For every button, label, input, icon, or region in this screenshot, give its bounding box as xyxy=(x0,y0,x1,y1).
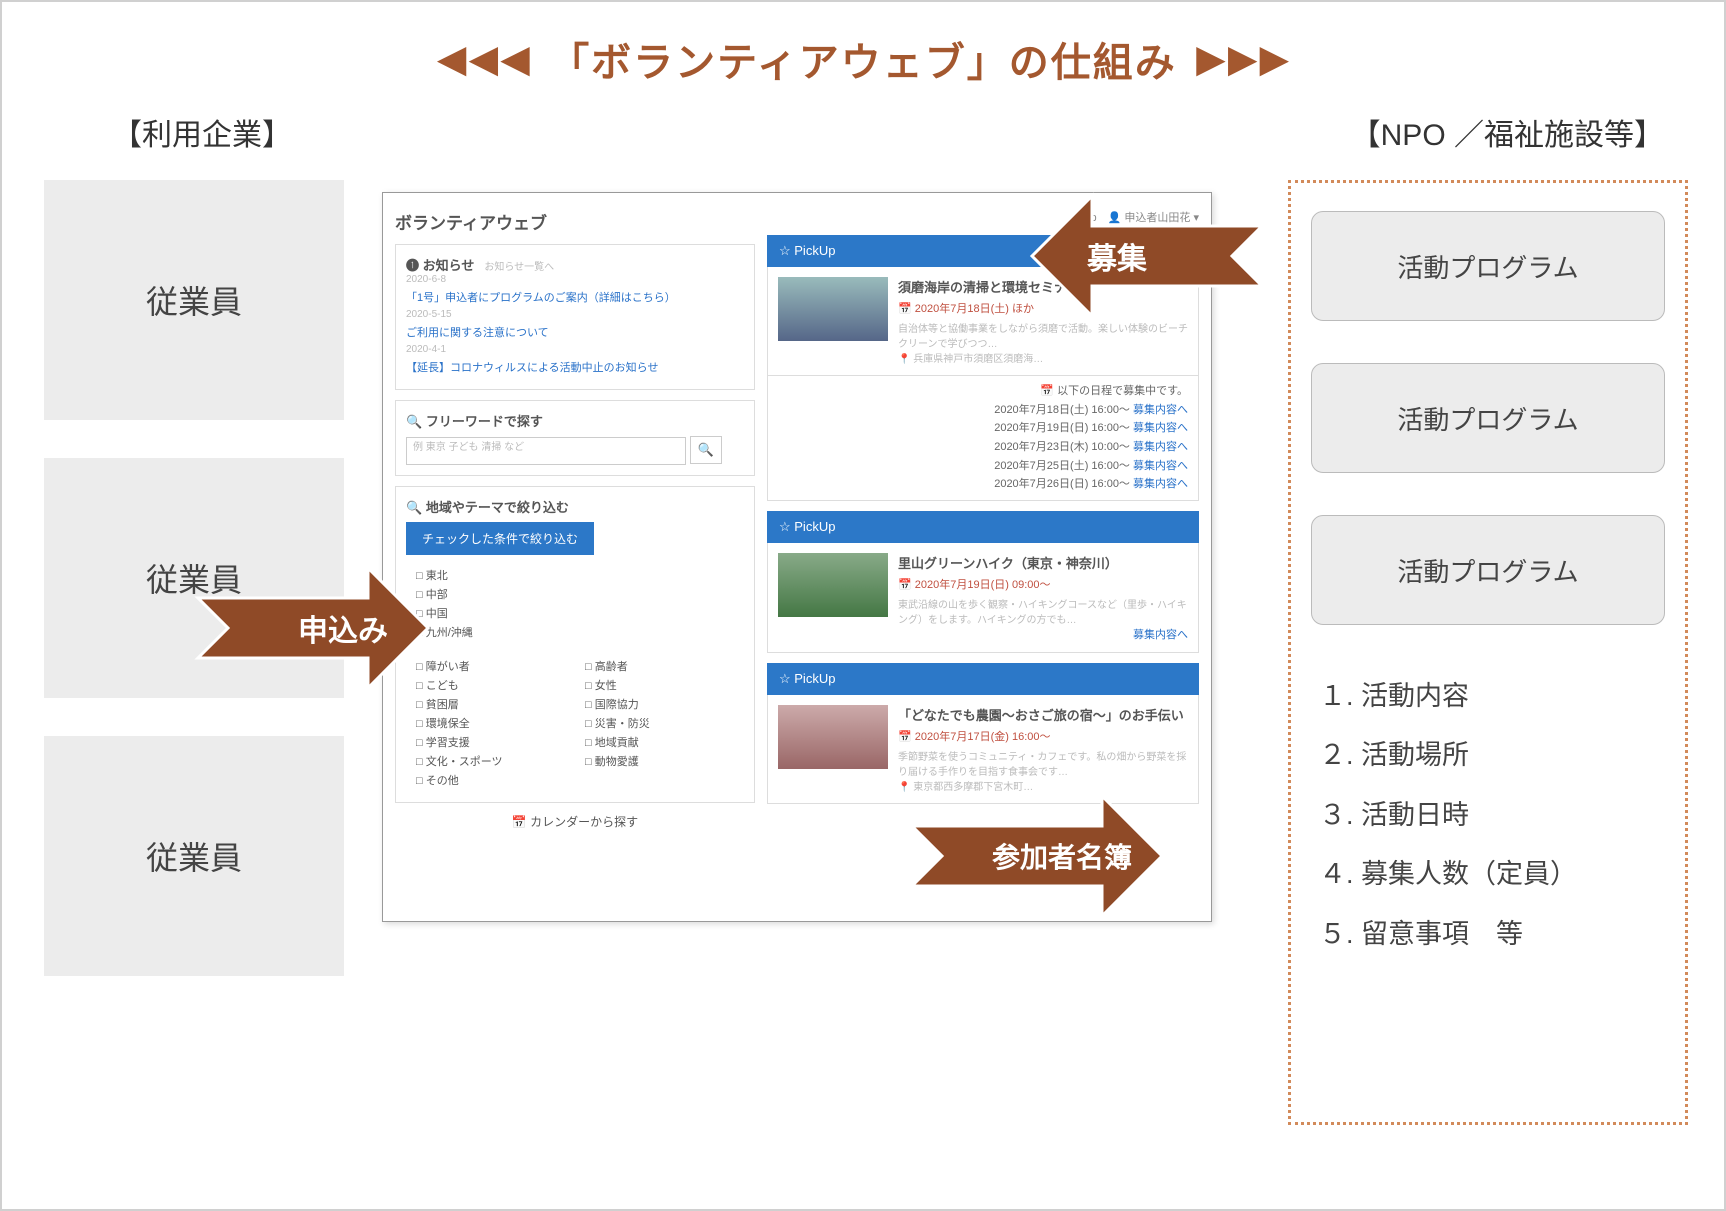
refine-button[interactable]: チェックした条件で絞り込む xyxy=(406,522,594,555)
npo-list-item: ５. 留意事項 等 xyxy=(1319,905,1665,964)
arrow-label: 申込み xyxy=(298,606,388,650)
roster-arrow: 参加者名簿 xyxy=(892,786,1232,926)
card-thumbnail xyxy=(778,705,888,769)
npo-detail-list: １. 活動内容 ２. 活動場所 ３. 活動日時 ４. 募集人数（定員） ５. 留… xyxy=(1311,667,1665,964)
detail-link[interactable]: 募集内容へ xyxy=(1133,441,1188,453)
app-brand: ボランティアウェブ xyxy=(395,209,547,234)
news-item[interactable]: ご利用に関する注意について xyxy=(406,324,744,340)
npo-list-item: ４. 募集人数（定員） xyxy=(1319,845,1665,904)
freeword-panel: 🔍 フリーワードで探す 例 東京 子ども 清掃 など 🔍 xyxy=(395,400,755,476)
right-column-header: 【NPO ／福祉施設等】 xyxy=(1351,110,1664,154)
theme-check[interactable]: □ 高齢者 xyxy=(585,658,734,674)
theme-check[interactable]: □ 文化・スポーツ xyxy=(416,753,565,769)
employee-box-3: 従業員 xyxy=(44,736,344,976)
search-input[interactable]: 例 東京 子ども 清掃 など xyxy=(406,437,686,465)
schedule-list: 📅 以下の日程で募集中です。 2020年7月18日(土) 16:00～ 募集内容… xyxy=(767,376,1199,501)
arrow-label: 募集 xyxy=(1087,234,1147,278)
theme-check[interactable]: □ 国際協力 xyxy=(585,696,734,712)
news-more-link[interactable]: お知らせ一覧へ xyxy=(484,258,554,273)
theme-check[interactable]: □ その他 xyxy=(416,772,565,788)
left-arrows-icon: ◀◀◀ xyxy=(438,38,529,80)
apply-arrow: 申込み xyxy=(188,558,498,698)
pickup-header: ☆ PickUp xyxy=(767,663,1199,695)
theme-check[interactable]: □ 災害・防災 xyxy=(585,715,734,731)
pickup-header: ☆ PickUp xyxy=(767,511,1199,543)
npo-box: 活動プログラム 活動プログラム 活動プログラム １. 活動内容 ２. 活動場所 … xyxy=(1288,180,1688,1125)
card-thumbnail xyxy=(778,553,888,617)
listing-card[interactable]: 里山グリーンハイク（東京・神奈川） 📅 2020年7月19日(日) 09:00～… xyxy=(767,543,1199,653)
detail-link[interactable]: 募集内容へ xyxy=(1133,460,1188,472)
detail-link[interactable]: 募集内容へ xyxy=(1133,629,1188,641)
theme-check[interactable]: □ 女性 xyxy=(585,677,734,693)
detail-link[interactable]: 募集内容へ xyxy=(1133,404,1188,416)
program-box-2: 活動プログラム xyxy=(1311,363,1665,473)
npo-list-item: ２. 活動場所 xyxy=(1319,726,1665,785)
theme-check[interactable]: □ 環境保全 xyxy=(416,715,565,731)
npo-list-item: ３. 活動日時 xyxy=(1319,786,1665,845)
recruit-arrow: 募集 xyxy=(962,186,1272,326)
employee-label: 従業員 xyxy=(146,833,242,879)
calendar-link[interactable]: カレンダーから探す xyxy=(530,815,638,829)
news-item[interactable]: 【延長】コロナウィルスによる活動中止のお知らせ xyxy=(406,359,744,375)
theme-check[interactable]: □ 動物愛護 xyxy=(585,753,734,769)
theme-check[interactable]: □ 学習支援 xyxy=(416,734,565,750)
diagram-title-row: ◀◀◀ 「ボランティアウェブ」の仕組み ▶▶▶ xyxy=(2,2,1724,88)
program-box-3: 活動プログラム xyxy=(1311,515,1665,625)
search-button[interactable]: 🔍 xyxy=(690,436,722,464)
employee-label: 従業員 xyxy=(146,277,242,323)
card-title: 「どなたでも農園〜おさご旅の宿〜」のお手伝い xyxy=(898,705,1188,724)
detail-link[interactable]: 募集内容へ xyxy=(1133,422,1188,434)
news-item[interactable]: 「1号」申込者にプログラムのご案内（詳細はこちら） xyxy=(406,289,744,305)
detail-link[interactable]: 募集内容へ xyxy=(1133,478,1188,490)
employee-box-1: 従業員 xyxy=(44,180,344,420)
theme-check[interactable]: □ 地域貢献 xyxy=(585,734,734,750)
card-thumbnail xyxy=(778,277,888,341)
diagram-title: 「ボランティアウェブ」の仕組み xyxy=(549,30,1177,88)
npo-list-item: １. 活動内容 xyxy=(1319,667,1665,726)
news-header: ❶ お知らせ xyxy=(406,255,474,274)
card-title: 里山グリーンハイク（東京・神奈川） xyxy=(898,553,1188,572)
arrow-label: 参加者名簿 xyxy=(992,836,1132,876)
program-box-1: 活動プログラム xyxy=(1311,211,1665,321)
left-column-header: 【利用企業】 xyxy=(112,110,292,154)
news-panel: ❶ お知らせ お知らせ一覧へ 2020-6-8 「1号」申込者にプログラムのご案… xyxy=(395,244,755,390)
right-arrows-icon: ▶▶▶ xyxy=(1197,38,1288,80)
